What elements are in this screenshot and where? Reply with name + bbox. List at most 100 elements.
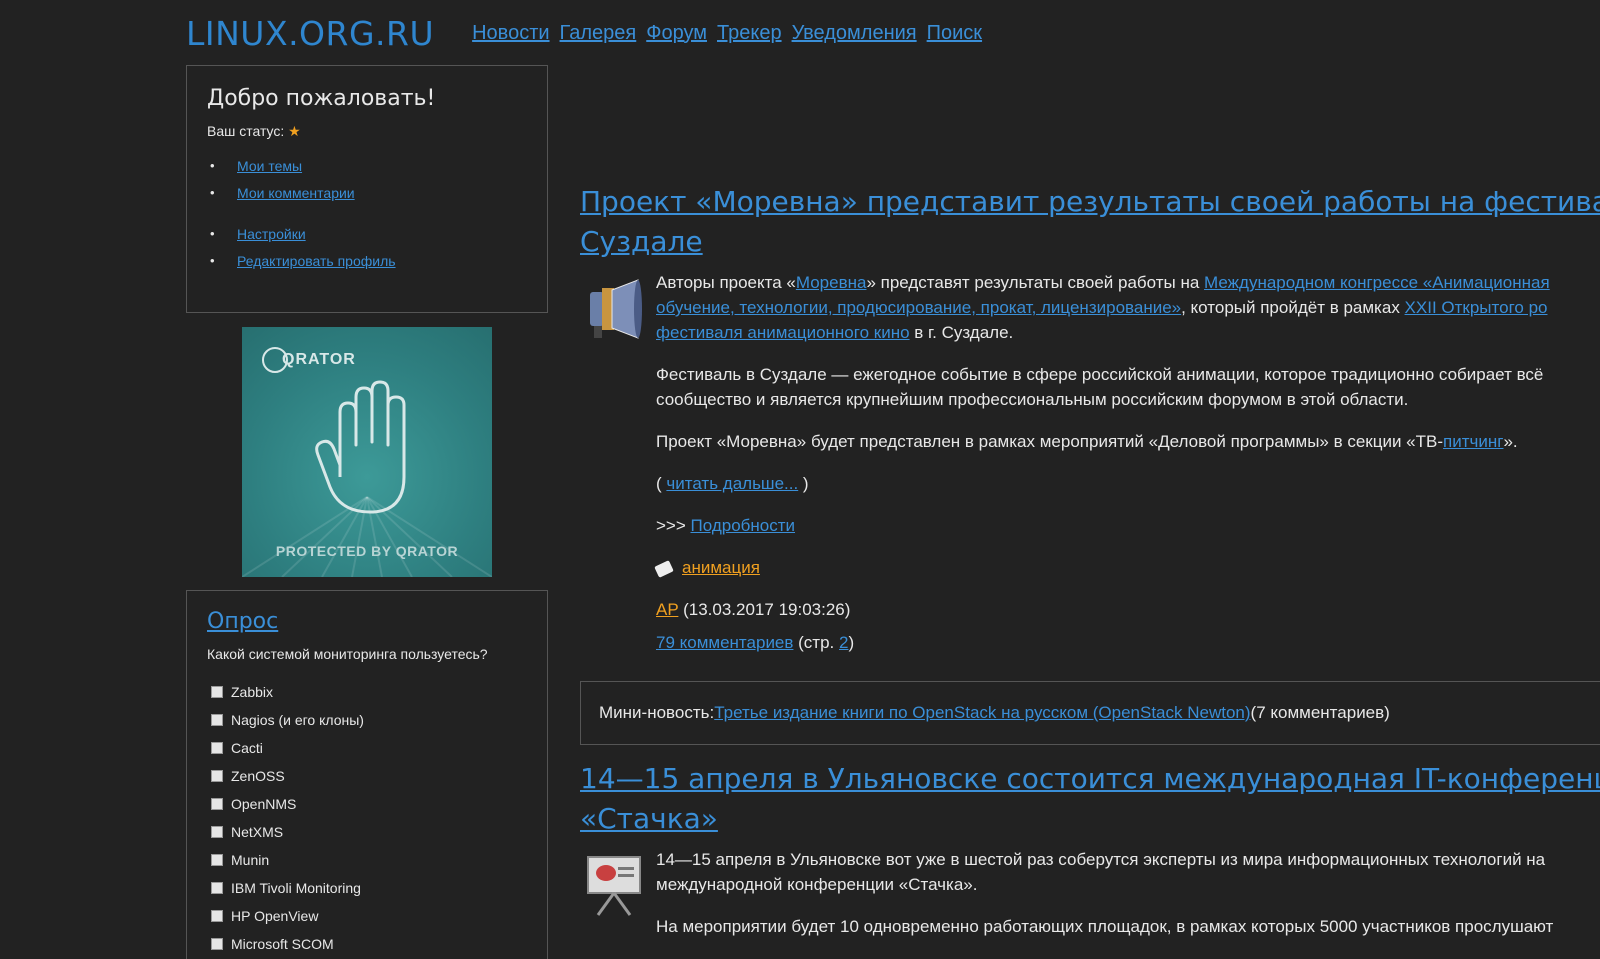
poll-option-label: HP OpenView <box>231 908 319 924</box>
news-article: 14—15 апреля в Ульяновске состоится межд… <box>580 759 1600 939</box>
mini-news: Мини-новость: Третье издание книги по Op… <box>580 681 1600 745</box>
article-date: (13.03.2017 19:03:26) <box>678 600 851 619</box>
text: международной конференции «Стачка». <box>656 875 978 894</box>
edit-profile-link[interactable]: Редактировать профиль <box>237 253 396 269</box>
text: ) <box>848 633 855 652</box>
article-meta: AP (13.03.2017 19:03:26) <box>656 597 1600 622</box>
poll-option[interactable]: Nagios (и его клоны) <box>207 706 527 734</box>
poll-option-label: Nagios (и его клоны) <box>231 712 364 728</box>
read-more: ( читать дальше... ) <box>656 471 1600 496</box>
festival-link-cont[interactable]: фестиваля анимационного кино <box>656 323 910 342</box>
main-nav: Новости Галерея Форум Трекер Уведомления… <box>472 22 992 45</box>
poll-title: Опрос <box>207 609 527 634</box>
my-comments-link[interactable]: Мои комментарии <box>237 185 355 201</box>
poll-option-label: OpenNMS <box>231 796 297 812</box>
poll-checkbox[interactable] <box>211 714 223 726</box>
nav-news[interactable]: Новости <box>472 22 549 45</box>
news-article: Проект «Моревна» представит результаты с… <box>580 182 1600 655</box>
nav-notifications[interactable]: Уведомления <box>792 22 917 45</box>
nav-gallery[interactable]: Галерея <box>560 22 637 45</box>
congress-link[interactable]: Международном конгрессе «Анимационная <box>1204 273 1550 292</box>
poll-checkbox[interactable] <box>211 910 223 922</box>
text: ( <box>656 474 667 493</box>
article-paragraph: На мероприятии будет 10 одновременно раб… <box>656 914 1600 939</box>
nav-search[interactable]: Поиск <box>927 22 982 45</box>
text: , который пройдёт в рамках <box>1181 298 1405 317</box>
poll-checkbox[interactable] <box>211 826 223 838</box>
poll-option[interactable]: ZenOSS <box>207 762 527 790</box>
mini-news-count: (7 комментариев) <box>1250 703 1390 722</box>
author-link[interactable]: AP <box>656 600 678 619</box>
article-title-link[interactable]: Проект «Моревна» представит результаты с… <box>580 185 1600 218</box>
poll-checkbox[interactable] <box>211 770 223 782</box>
text: (стр. <box>793 633 839 652</box>
poll-checkbox[interactable] <box>211 854 223 866</box>
mini-news-link[interactable]: Третье издание книги по OpenStack на рус… <box>714 703 1250 723</box>
list-item: Мои темы <box>207 158 527 185</box>
poll-option[interactable]: HP OpenView <box>207 902 527 930</box>
poll-option-label: Munin <box>231 852 270 868</box>
tag-link[interactable]: анимация <box>682 558 760 577</box>
text: >>> <box>656 516 691 535</box>
text: » представят результаты своей работы на <box>866 273 1205 292</box>
news-feed: Проект «Моревна» представит результаты с… <box>580 170 1600 956</box>
details: >>> Подробности <box>656 513 1600 538</box>
poll-title-link[interactable]: Опрос <box>207 609 278 634</box>
poll-option-label: Zabbix <box>231 684 274 700</box>
article-body: Авторы проекта «Моревна» представят резу… <box>580 270 1600 655</box>
poll-option[interactable]: Munin <box>207 846 527 874</box>
poll-question: Какой системой мониторинга пользуетесь? <box>207 646 488 662</box>
user-links: Мои темы Мои комментарии <box>207 158 527 212</box>
festival-link[interactable]: XXII Открытого ро <box>1405 298 1548 317</box>
article-title-link[interactable]: 14—15 апреля в Ульяновске состоится межд… <box>580 762 1600 795</box>
megaphone-icon <box>590 279 642 339</box>
congress-link-cont[interactable]: обучение, технологии, продюсирование, пр… <box>656 298 1181 317</box>
poll-checkbox[interactable] <box>211 798 223 810</box>
text: ) <box>798 474 809 493</box>
welcome-box: Добро пожаловать! Ваш статус: ★ Мои темы… <box>186 65 548 313</box>
nav-tracker[interactable]: Трекер <box>717 22 782 45</box>
read-more-link[interactable]: читать дальше... <box>666 474 798 493</box>
article-title-link-cont[interactable]: Суздале <box>580 225 703 258</box>
poll-checkbox[interactable] <box>211 686 223 698</box>
text: Авторы проекта « <box>656 273 796 292</box>
poll-checkbox[interactable] <box>211 938 223 950</box>
list-item: Настройки <box>207 226 527 253</box>
poll-option[interactable]: Cacti <box>207 734 527 762</box>
article-title-link-cont[interactable]: «Стачка» <box>580 802 718 835</box>
list-item: Редактировать профиль <box>207 253 527 280</box>
site-header: LINUX.ORG.RU Новости Галерея Форум Треке… <box>186 8 992 58</box>
article-comments: 79 комментариев (стр. 2) <box>656 630 1600 655</box>
poll-option[interactable]: Microsoft SCOM <box>207 930 527 958</box>
text: Фестиваль в Суздале — ежегодное событие … <box>656 365 1544 384</box>
user-settings-links: Настройки Редактировать профиль <box>207 226 527 280</box>
article-body: 14—15 апреля в Ульяновске вот уже в шест… <box>580 847 1600 939</box>
poll-option-label: ZenOSS <box>231 768 285 784</box>
comments-link[interactable]: 79 комментариев <box>656 633 793 652</box>
site-logo[interactable]: LINUX.ORG.RU <box>186 14 434 53</box>
poll-checkbox[interactable] <box>211 742 223 754</box>
page: LINUX.ORG.RU Новости Галерея Форум Треке… <box>0 0 1600 959</box>
article-title: 14—15 апреля в Ульяновске состоится межд… <box>580 759 1600 839</box>
article-title: Проект «Моревна» представит результаты с… <box>580 182 1600 262</box>
qrator-banner[interactable]: QRATOR PROTECTED BY QRATOR <box>242 327 492 577</box>
nav-forum[interactable]: Форум <box>646 22 707 45</box>
article-paragraph: 14—15 апреля в Ульяновске вот уже в шест… <box>656 847 1600 897</box>
poll-option[interactable]: OpenNMS <box>207 790 527 818</box>
text: в г. Суздале. <box>909 323 1014 342</box>
details-link[interactable]: Подробности <box>691 516 796 535</box>
tag-icon <box>654 559 674 578</box>
text: 14—15 апреля в Ульяновске вот уже в шест… <box>656 850 1546 869</box>
poll-option[interactable]: Zabbix <box>207 678 527 706</box>
user-status: Ваш статус: ★ <box>207 123 527 140</box>
settings-link[interactable]: Настройки <box>237 226 306 242</box>
pitching-link[interactable]: питчинг <box>1443 432 1503 451</box>
my-topics-link[interactable]: Мои темы <box>237 158 302 174</box>
text: Проект «Моревна» будет представлен в рам… <box>656 432 1444 451</box>
poll-checkbox[interactable] <box>211 882 223 894</box>
text: сообщество и является крупнейшим професс… <box>656 390 1409 409</box>
poll-option[interactable]: NetXMS <box>207 818 527 846</box>
morevna-link[interactable]: Моревна <box>796 273 867 292</box>
poll-option[interactable]: IBM Tivoli Monitoring <box>207 874 527 902</box>
